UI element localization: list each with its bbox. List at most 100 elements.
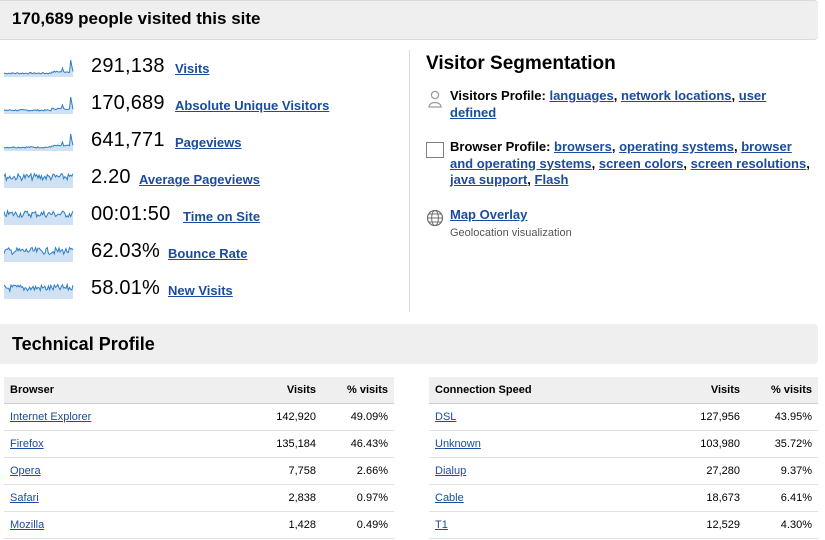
table-row: DSL 127,956 43.95% [429,403,818,431]
percent-value: 6.41% [746,484,818,512]
metric-pageviews: 641,771 Pageviews [4,129,404,155]
connection-link[interactable]: Cable [435,492,464,504]
table-row: Mozilla 1,428 0.49% [4,511,394,539]
connection-speed-table: Connection Speed Visits % visits DSL 127… [429,377,818,539]
table-row: Unknown 103,980 35.72% [429,430,818,458]
sparkline-icon [4,172,74,188]
col-percent-visits: % visits [746,377,818,404]
site-visitors-header: 170,689 people visited this site [0,0,818,40]
sparkline-icon [4,282,74,299]
metric-time-on-site: 00:01:50 Time on Site [4,203,404,229]
visits-value: 1,428 [236,511,322,539]
metric-average-pageviews: 2.20 Average Pageviews [4,166,404,192]
visits-value: 127,956 [661,403,746,431]
table-row: Opera 7,758 2.66% [4,457,394,485]
connection-link[interactable]: Unknown [435,438,481,450]
browser-table: Browser Visits % visits Internet Explore… [4,377,394,539]
link-map-overlay[interactable]: Map Overlay [450,207,527,222]
percent-value: 49.09% [322,403,394,431]
percent-value: 9.37% [746,457,818,485]
metric-value: 641,771 [91,129,165,151]
metric-link-unique-visitors[interactable]: Absolute Unique Visitors [175,98,329,113]
table-row: Firefox 135,184 46.43% [4,430,394,458]
metric-unique-visitors: 170,689 Absolute Unique Visitors [4,92,404,118]
map-overlay-text: Map Overlay Geolocation visualization [450,207,815,241]
browser-window-icon [426,142,444,158]
percent-value: 4.30% [746,511,818,539]
percent-value: 46.43% [322,430,394,458]
browser-profile-label: Browser Profile: [450,139,551,154]
table-row: Cable 18,673 6.41% [429,484,818,512]
visits-value: 142,920 [236,403,322,431]
connection-link[interactable]: DSL [435,411,456,423]
metric-value: 00:01:50 [91,203,171,225]
connection-link[interactable]: Dialup [435,465,466,477]
visitors-profile-label: Visitors Profile: [450,88,546,103]
browser-link[interactable]: Firefox [10,438,44,450]
link-flash[interactable]: Flash [535,172,569,187]
link-operating-systems[interactable]: operating systems [619,139,734,154]
table-row: Dialup 27,280 9.37% [429,457,818,485]
metric-link-visits[interactable]: Visits [175,61,209,76]
map-overlay-description: Geolocation visualization [450,226,572,239]
segmentation-title: Visitor Segmentation [426,53,616,74]
metric-visits: 291,138 Visits [4,55,404,81]
metric-link-pageviews[interactable]: Pageviews [175,135,242,150]
col-connection-speed: Connection Speed [429,377,661,404]
col-percent-visits: % visits [322,377,394,404]
metric-value: 170,689 [91,92,165,114]
percent-value: 0.49% [322,511,394,539]
table-row: T1 12,529 4.30% [429,511,818,539]
percent-value: 2.66% [322,457,394,485]
technical-profile-title: Technical Profile [12,334,155,354]
link-network-locations[interactable]: network locations [621,88,732,103]
visits-value: 135,184 [236,430,322,458]
link-screen-resolutions[interactable]: screen resolutions [691,156,807,171]
link-screen-colors[interactable]: screen colors [599,156,684,171]
user-icon [428,90,442,108]
table-row: Internet Explorer 142,920 49.09% [4,403,394,431]
link-java-support[interactable]: java support [450,172,527,187]
connection-link[interactable]: T1 [435,519,448,531]
browser-link[interactable]: Safari [10,492,39,504]
visits-value: 103,980 [661,430,746,458]
link-languages[interactable]: languages [549,88,613,103]
metric-bounce-rate: 62.03% Bounce Rate [4,240,404,266]
browser-profile-text: Browser Profile: browsers, operating sys… [450,139,810,187]
table-row: Safari 2,838 0.97% [4,484,394,512]
visits-value: 2,838 [236,484,322,512]
visits-value: 27,280 [661,457,746,485]
col-visits: Visits [661,377,746,404]
visits-value: 18,673 [661,484,746,512]
metric-link-average-pageviews[interactable]: Average Pageviews [139,172,260,187]
percent-value: 35.72% [746,430,818,458]
sparkline-icon [4,208,74,225]
column-divider [409,50,410,312]
table-header-row: Connection Speed Visits % visits [429,377,818,404]
browser-link[interactable]: Mozilla [10,519,44,531]
visitors-profile-text: Visitors Profile: languages, network loc… [450,88,767,120]
metric-value: 2.20 [91,166,131,188]
percent-value: 43.95% [746,403,818,431]
technical-profile-header: Technical Profile [0,324,818,364]
metric-link-new-visits[interactable]: New Visits [168,283,233,298]
metric-link-time-on-site[interactable]: Time on Site [183,209,260,224]
link-browsers[interactable]: browsers [554,139,612,154]
browser-link[interactable]: Internet Explorer [10,411,91,423]
sparkline-icon [4,133,74,151]
col-visits: Visits [236,377,322,404]
sparkline-icon [4,59,74,77]
metric-link-bounce-rate[interactable]: Bounce Rate [168,246,247,261]
map-overlay: Map Overlay Geolocation visualization [426,207,821,239]
col-browser: Browser [4,377,236,404]
metric-value: 58.01% [91,277,161,299]
visits-value: 7,758 [236,457,322,485]
visits-value: 12,529 [661,511,746,539]
browser-profile: Browser Profile: browsers, operating sys… [426,139,821,195]
browser-link[interactable]: Opera [10,465,41,477]
header-title: 170,689 people visited this site [12,9,261,28]
visitors-profile: Visitors Profile: languages, network loc… [426,88,821,126]
metric-new-visits: 58.01% New Visits [4,277,404,303]
table-header-row: Browser Visits % visits [4,377,394,404]
sparkline-area [4,210,73,225]
